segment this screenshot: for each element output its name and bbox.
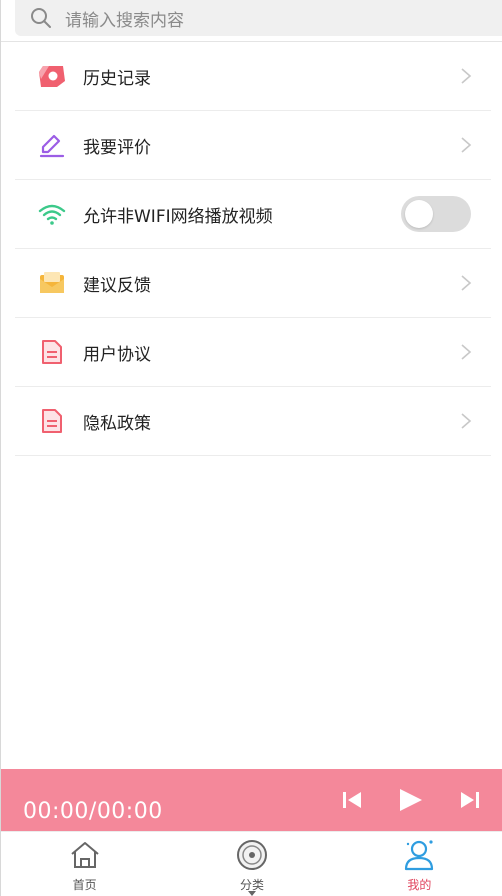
- chevron-right-icon: [459, 342, 473, 362]
- previous-track-button[interactable]: [339, 787, 365, 813]
- nav-item-category[interactable]: 分类: [168, 832, 335, 896]
- wifi-icon: [37, 199, 67, 229]
- nav-label: 首页: [72, 878, 97, 892]
- toggle-knob: [405, 200, 433, 228]
- search-input[interactable]: 请输入搜索内容: [15, 0, 502, 36]
- play-icon: [400, 789, 422, 811]
- edit-pen-icon: [37, 130, 67, 160]
- audio-player-bar: 00:00/00:00: [1, 769, 502, 831]
- menu-item-wifi-play: 允许非WIFI网络播放视频: [15, 180, 491, 249]
- menu-item-label: 建议反馈: [83, 275, 151, 296]
- menu-item-history[interactable]: 历史记录: [15, 42, 491, 111]
- menu-item-user-agreement[interactable]: 用户协议: [15, 318, 491, 387]
- play-button[interactable]: [395, 787, 425, 813]
- envelope-icon: [37, 268, 67, 298]
- menu-item-label: 我要评价: [83, 137, 151, 158]
- menu-item-label: 隐私政策: [83, 413, 151, 434]
- home-icon: [68, 838, 102, 872]
- search-area: 请输入搜索内容: [15, 0, 502, 38]
- search-placeholder: 请输入搜索内容: [65, 10, 184, 31]
- nav-item-mine[interactable]: 我的: [336, 832, 502, 896]
- chevron-right-icon: [459, 135, 473, 155]
- chevron-right-icon: [459, 66, 473, 86]
- settings-menu: 历史记录 我要评价 允许非WIFI网络播放视频 建议反馈 用户协议 隐私政策: [15, 42, 491, 456]
- menu-item-label: 用户协议: [83, 344, 151, 365]
- search-icon: [29, 6, 53, 30]
- app-screen: 请输入搜索内容 历史记录 我要评价 允许非WIFI网络播放视频 建议反馈 用户协…: [0, 0, 502, 896]
- next-track-button[interactable]: [457, 787, 483, 813]
- skip-previous-icon: [343, 792, 361, 808]
- disc-icon: [235, 838, 269, 872]
- bottom-navigation: 首页 分类 我的: [1, 831, 502, 896]
- menu-item-privacy-policy[interactable]: 隐私政策: [15, 387, 491, 456]
- skip-next-icon: [461, 792, 479, 808]
- dropdown-indicator-icon: [247, 891, 256, 896]
- document-icon: [37, 337, 67, 367]
- menu-item-label: 允许非WIFI网络播放视频: [83, 206, 273, 227]
- menu-item-feedback[interactable]: 建议反馈: [15, 249, 491, 318]
- menu-item-label: 历史记录: [83, 68, 151, 89]
- user-icon: [402, 838, 436, 872]
- nav-label: 我的: [407, 878, 432, 892]
- history-icon: [37, 61, 67, 91]
- chevron-right-icon: [459, 273, 473, 293]
- wifi-toggle-switch[interactable]: [401, 196, 471, 232]
- document-icon: [37, 406, 67, 436]
- menu-item-review[interactable]: 我要评价: [15, 111, 491, 180]
- playback-time: 00:00/00:00: [23, 799, 163, 824]
- nav-item-home[interactable]: 首页: [1, 832, 168, 896]
- chevron-right-icon: [459, 411, 473, 431]
